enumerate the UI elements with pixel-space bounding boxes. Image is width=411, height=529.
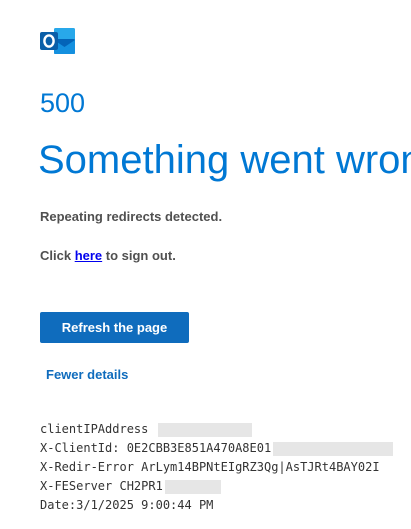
detail-fe-server-text: X-FEServer CH2PR1 [40,479,163,493]
redacted-block [273,441,394,456]
detail-client-id-text: X-ClientId: 0E2CBB3E851A470A8E01 [40,441,272,455]
detail-date: Date:3/1/2025 9:00:44 PM [40,496,411,515]
error-message: Repeating redirects detected. [40,209,223,224]
signout-prefix: Click [40,248,75,263]
redacted-block [164,479,221,494]
signout-text: Click here to sign out. [40,247,176,265]
fewer-details-link[interactable]: Fewer details [46,366,128,384]
detail-redir-error: X-Redir-Error ArLym14BPNtEIgRZ3Qg|AsTJRt… [40,458,411,477]
detail-client-ip: clientIPAddress [40,420,411,439]
detail-fe-server: X-FEServer CH2PR1 [40,477,411,496]
detail-date-text: Date:3/1/2025 9:00:44 PM [40,498,214,512]
error-details: clientIPAddress X-ClientId: 0E2CBB3E851A… [40,420,411,515]
detail-client-id: X-ClientId: 0E2CBB3E851A470A8E01 [40,439,411,458]
error-code: 500 [40,88,86,118]
detail-client-ip-label: clientIPAddress [40,422,149,436]
outlook-logo-icon [40,27,76,55]
signout-suffix: to sign out. [102,248,176,263]
redacted-block [157,422,252,437]
detail-redir-error-text: X-Redir-Error ArLym14BPNtEIgRZ3Qg|AsTJRt… [40,460,380,474]
signout-link[interactable]: here [75,248,102,263]
refresh-button[interactable]: Refresh the page [40,312,189,343]
error-headline: Something went wrong [38,138,411,182]
